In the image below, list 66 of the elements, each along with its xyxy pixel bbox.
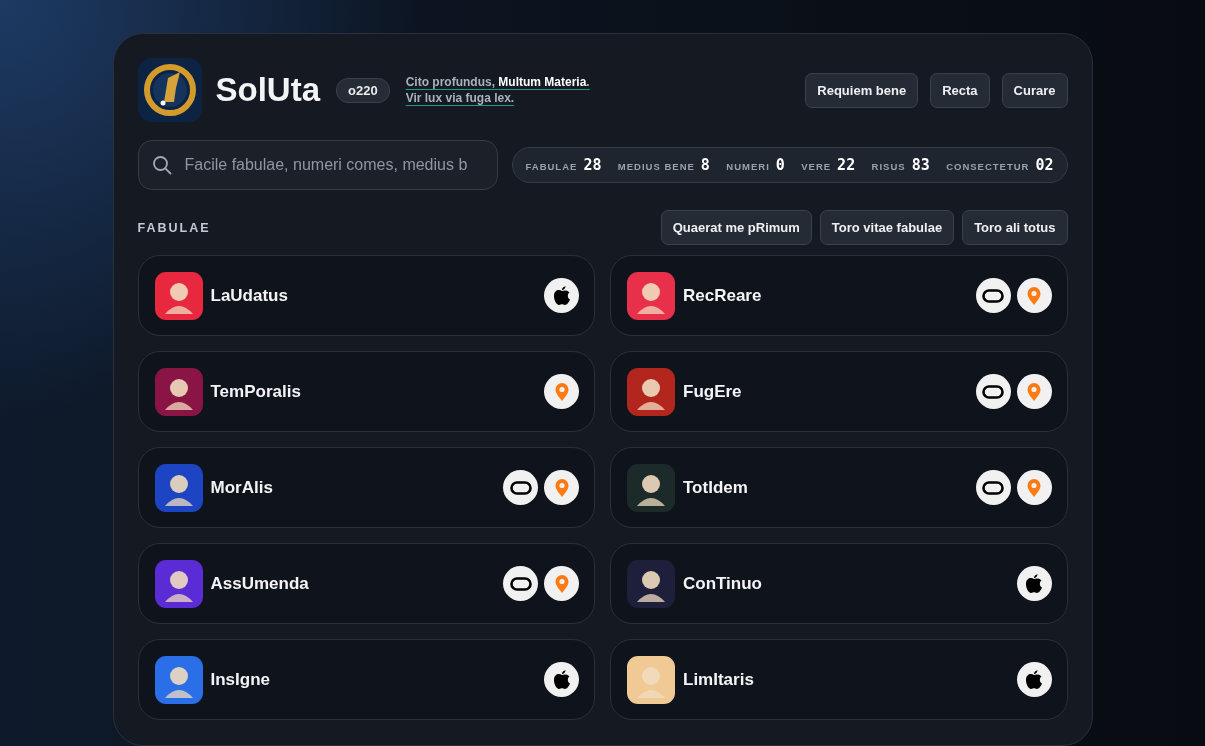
header-button[interactable]: Requiem bene xyxy=(805,72,919,108)
app-name: TemPoralis xyxy=(210,381,301,402)
app-name: LaUdatus xyxy=(210,285,288,306)
location-pin-badge xyxy=(544,566,579,601)
app-card[interactable]: FugEre xyxy=(610,351,1068,432)
app-icon xyxy=(627,367,675,416)
version-badge: o220 xyxy=(336,77,390,103)
app-name: AssUmenda xyxy=(210,573,309,594)
app-title: SolUta xyxy=(215,71,320,109)
stat-value: 22 xyxy=(837,156,856,174)
section-heading: FABULAE xyxy=(137,220,211,235)
location-pin-badge xyxy=(1016,278,1052,313)
app-icon xyxy=(627,559,675,608)
apple-badge xyxy=(1016,662,1052,697)
header-button[interactable]: Recta xyxy=(930,72,990,108)
stat-label: VERE xyxy=(801,161,832,172)
app-card[interactable]: TotIdem xyxy=(610,447,1068,528)
app-name: TotIdem xyxy=(683,477,748,498)
app-card[interactable]: MorAlis xyxy=(137,447,595,528)
app-name: RecReare xyxy=(683,285,762,306)
app-icon xyxy=(627,463,675,512)
search-icon xyxy=(151,155,172,175)
stat-label: FABULAE xyxy=(525,161,578,172)
section-button[interactable]: Toro ali totus xyxy=(962,210,1068,245)
app-card[interactable]: AssUmenda xyxy=(137,543,595,624)
app-icon xyxy=(154,559,203,608)
apple-badge xyxy=(544,662,579,697)
app-name: InsIgne xyxy=(210,669,270,690)
apple-badge xyxy=(1016,566,1052,601)
stat-value: 28 xyxy=(583,156,602,174)
app-name: MorAlis xyxy=(210,477,273,498)
location-pin-badge xyxy=(1016,470,1052,505)
app-card[interactable]: TemPoralis xyxy=(137,351,595,432)
stat-value: 02 xyxy=(1035,156,1054,174)
stat-value: 0 xyxy=(775,156,785,174)
app-icon xyxy=(154,463,203,512)
app-card[interactable]: InsIgne xyxy=(137,639,595,720)
app-card[interactable]: ConTinuo xyxy=(610,543,1068,624)
stat-value: 83 xyxy=(911,156,930,174)
tagline-link[interactable]: Vir lux via fuga lex. xyxy=(405,91,590,105)
app-name: ConTinuo xyxy=(683,573,762,594)
app-icon xyxy=(627,271,675,320)
section-button[interactable]: Toro vitae fabulae xyxy=(819,210,955,245)
tagline-link[interactable]: Cito profundus, Multum Materia. xyxy=(405,75,590,89)
stat-label: NUMERI xyxy=(726,161,770,172)
section-button[interactable]: Quaerat me pRimum xyxy=(660,210,812,245)
location-pin-badge xyxy=(1016,374,1052,409)
app-icon xyxy=(154,367,203,416)
location-pin-badge xyxy=(544,374,579,409)
app-card[interactable]: RecReare xyxy=(610,255,1068,336)
app-name: LimItaris xyxy=(683,669,754,690)
location-pin-badge xyxy=(544,470,579,505)
stat-value: 8 xyxy=(700,156,710,174)
app-card[interactable]: LaUdatus xyxy=(137,255,595,336)
app-card[interactable]: LimItaris xyxy=(610,639,1068,720)
app-icon xyxy=(627,655,675,704)
stat-label: CONSECTETUR xyxy=(946,161,1030,172)
search-field[interactable]: Facile fabulae, numeri comes, medius b xyxy=(137,140,498,190)
header-button[interactable]: Curare xyxy=(1001,72,1068,108)
stat-label: RISUS xyxy=(871,161,906,172)
compass-logo xyxy=(137,58,202,122)
app-icon xyxy=(154,271,203,320)
app-icon xyxy=(154,655,203,704)
stat-label: MEDIUS BENE xyxy=(617,161,695,172)
apple-badge xyxy=(544,278,579,313)
app-name: FugEre xyxy=(683,381,742,402)
